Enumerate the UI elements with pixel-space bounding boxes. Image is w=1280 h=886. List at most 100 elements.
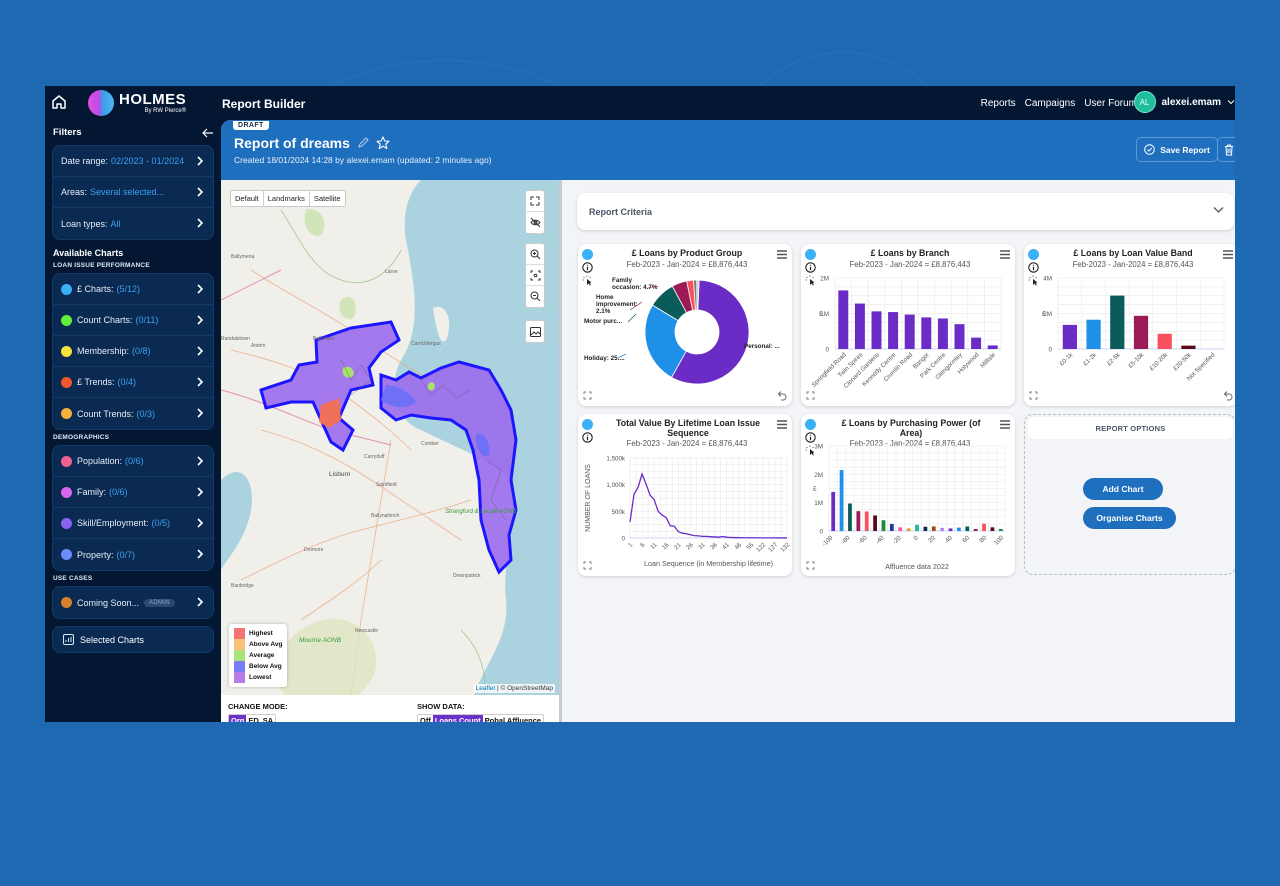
bar[interactable] [940,527,945,531]
bar[interactable] [881,520,886,531]
bar[interactable] [1062,324,1077,349]
filter-date-range[interactable]: Date range: 02/2023 - 01/2024 [53,146,213,177]
map-type-default[interactable]: Default [231,191,264,206]
legend-swatch [234,661,245,672]
report-criteria-accordion[interactable]: Report Criteria [577,193,1234,230]
bar[interactable] [1181,345,1196,349]
bar[interactable] [937,318,948,349]
bar[interactable] [864,511,869,531]
bar[interactable] [888,312,899,349]
legend-item: Highest [234,628,282,639]
chart-category-item[interactable]: Count Charts: (0/11) [53,305,213,336]
bar[interactable] [954,324,965,349]
map-image-controls [525,320,545,343]
data-option-off[interactable]: Off [418,715,433,722]
selected-charts-button[interactable]: Selected Charts [52,626,214,653]
bar[interactable] [839,470,844,531]
bar[interactable] [1110,295,1125,349]
x-tick-label: £1-2k [1082,351,1099,368]
bar[interactable] [973,529,978,531]
chart-category-item[interactable]: £ Trends: (0/4) [53,367,213,398]
star-icon[interactable] [376,136,390,150]
add-chart-button[interactable]: Add Chart [1083,478,1163,500]
bar[interactable] [957,527,961,531]
chart-category-item[interactable]: Membership: (0/8) [53,336,213,367]
bar[interactable] [1133,315,1149,349]
report-criteria-label: Report Criteria [589,206,653,217]
organise-charts-button[interactable]: Organise Charts [1083,507,1176,529]
recenter-button[interactable] [526,265,544,286]
collapse-arrow-icon[interactable] [202,128,214,138]
bar[interactable] [848,503,852,531]
legend-item: Average [234,650,282,661]
bar[interactable] [948,528,953,531]
chevron-right-icon [197,187,204,197]
leaflet-link[interactable]: Leaflet [476,685,496,692]
chart-category-item[interactable]: Family: (0/6) [53,477,213,508]
map-panel[interactable]: Ballymena Larne Ballyclare Antrim Randal… [221,180,562,722]
filter-value: Several selected... [90,187,165,197]
filter-loan-types[interactable]: Loan types: All [53,208,213,239]
nav-user-forum[interactable]: User Forum [1084,98,1137,109]
mode-option-sa[interactable]: SA [261,715,275,722]
map-type-landmarks[interactable]: Landmarks [264,191,310,206]
mode-switcher: Org ED SA [228,714,277,722]
bar[interactable] [987,345,998,349]
filter-areas[interactable]: Areas: Several selected... [53,177,213,208]
bar[interactable] [854,303,865,349]
data-option-pobal-affluence[interactable]: Pobal Affluence [483,715,543,722]
bar[interactable] [889,523,894,531]
bar[interactable] [931,526,936,531]
chart-category-item[interactable]: £ Charts: (5/12) [53,274,213,305]
bar[interactable] [906,528,911,531]
chart-category-item[interactable]: Coming Soon... ADMIN [53,587,213,618]
mode-option-ed[interactable]: ED [246,715,260,722]
category-count: (0/3) [136,408,156,419]
y-tick-label: 3M [814,444,823,451]
bar[interactable] [838,290,849,349]
fullscreen-button[interactable] [526,191,544,212]
nav-reports[interactable]: Reports [981,98,1016,109]
chart-category-item[interactable]: Count Trends: (0/3) [53,398,213,429]
category-label: Count Trends: [77,408,134,419]
bar[interactable] [1157,333,1172,349]
pencil-icon[interactable] [357,137,369,149]
toggle-overlay-button[interactable] [526,212,544,233]
save-report-button[interactable]: Save Report [1136,137,1218,162]
chart-plot: 0 1M 2M 3M £ -100 -80 -60 -40 -20 0 20 40 60 80 100 Affl… [813,444,1006,572]
bar[interactable] [873,515,877,531]
bar[interactable] [856,511,861,531]
bar[interactable] [898,527,903,531]
data-option-loans-count[interactable]: Loans Count [432,715,483,722]
bar[interactable] [971,337,982,349]
chevron-right-icon [197,284,204,294]
bar[interactable] [915,524,919,531]
x-tick-label: 122 [755,541,768,554]
bar[interactable] [990,527,995,531]
user-menu[interactable]: AL alexei.emam [1133,91,1236,113]
chart-category-item[interactable]: Population: (0/6) [53,446,213,477]
zoom-out-button[interactable] [526,286,544,307]
mode-option-org[interactable]: Org [229,715,247,722]
zoom-in-button[interactable] [526,244,544,265]
bar[interactable] [904,314,915,349]
bar[interactable] [831,491,836,531]
chart-category-item[interactable]: Property: (0/7) [53,539,213,570]
bar[interactable] [1086,319,1101,349]
bar[interactable] [921,317,932,349]
bar[interactable] [871,311,882,349]
bar[interactable] [998,529,1003,531]
x-tick-label: 11 [649,541,659,551]
bar[interactable] [965,526,970,531]
osm-attribution[interactable]: | © OpenStreetMap [497,685,553,692]
x-tick-label: 100 [993,534,1006,547]
nav-campaigns[interactable]: Campaigns [1025,98,1076,109]
chart-category-item[interactable]: Skill/Employment: (0/5) [53,508,213,539]
bar[interactable] [982,523,986,531]
map-type-satellite[interactable]: Satellite [310,191,345,206]
export-image-button[interactable] [526,321,544,342]
bar[interactable] [923,526,928,531]
home-icon[interactable] [51,94,67,110]
delete-report-button[interactable] [1217,137,1235,162]
logo[interactable]: HOLMES By RW Pierce® [88,90,186,116]
